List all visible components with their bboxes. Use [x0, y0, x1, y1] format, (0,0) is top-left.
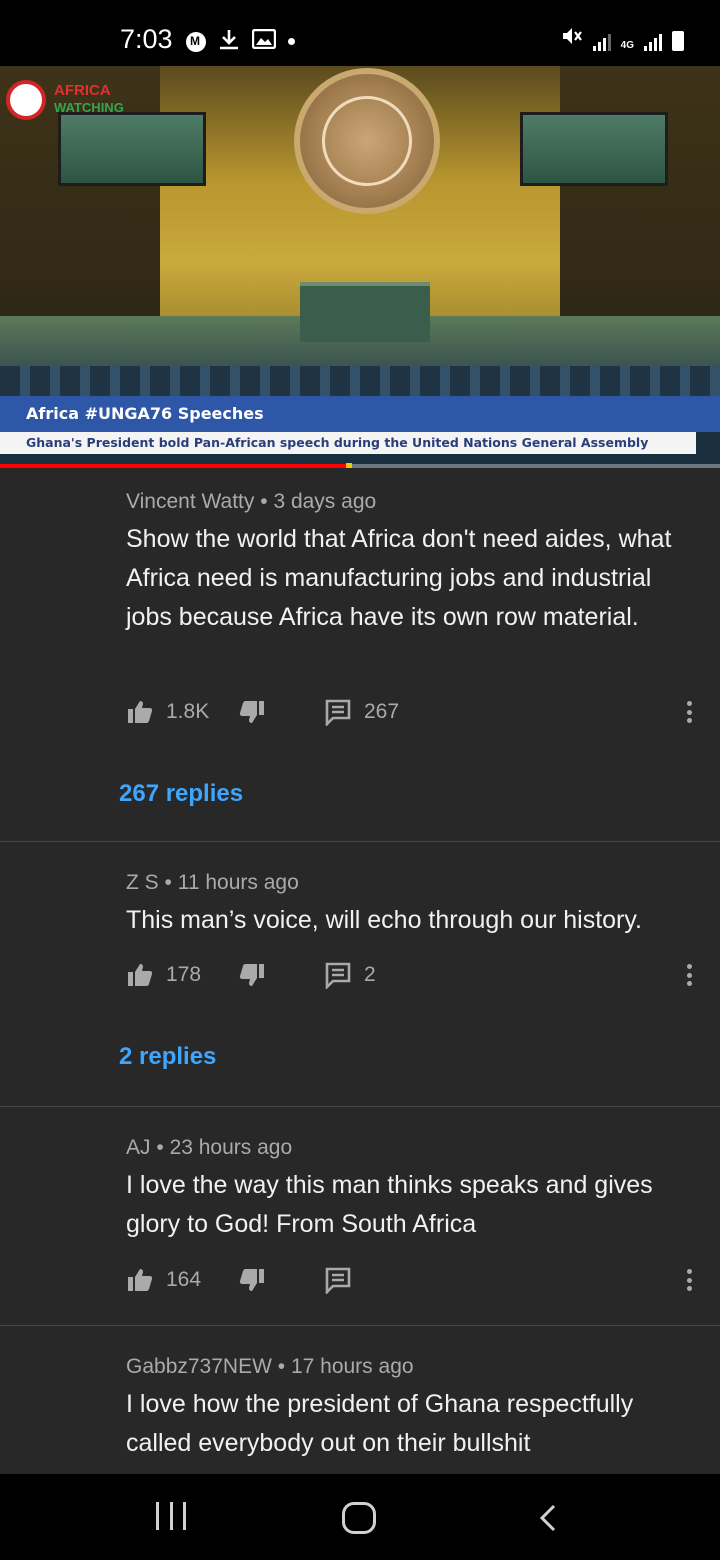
lower-third: Africa #UNGA76 Speeches — [0, 396, 720, 432]
back-chevron-icon — [539, 1504, 556, 1532]
comment-actions: 164 — [126, 1266, 706, 1300]
lower-third-title: Africa #UNGA76 Speeches — [26, 404, 264, 423]
meta-separator: • — [277, 1355, 286, 1378]
network-type-label: 4G — [620, 40, 634, 51]
video-player[interactable]: AFRICA WATCHING Africa #UNGA76 Speeches … — [0, 66, 720, 468]
back-button[interactable] — [536, 1502, 560, 1534]
reply-count: 267 — [364, 700, 400, 723]
comment-meta: Z S • 11 hours ago — [126, 871, 299, 895]
comment-author[interactable]: Z S — [126, 871, 159, 894]
comment-author[interactable]: Gabbz737NEW — [126, 1355, 272, 1378]
thumbs-down-icon — [239, 1269, 264, 1291]
ticker-text: Ghana's President bold Pan-African speec… — [26, 435, 649, 450]
signal-icon — [592, 31, 611, 51]
dislike-button[interactable] — [238, 961, 266, 989]
comment-item: Z S • 11 hours ago This man’s voice, wil… — [0, 843, 720, 1107]
comment-time: 23 hours ago — [169, 1136, 293, 1159]
thumbs-up-icon — [128, 1269, 153, 1291]
comment-time: 3 days ago — [273, 490, 377, 513]
reply-button[interactable] — [324, 1266, 352, 1294]
meta-separator: • — [164, 871, 172, 894]
channel-logo — [6, 80, 46, 120]
home-button[interactable] — [342, 1502, 376, 1534]
recents-button[interactable] — [156, 1502, 186, 1534]
thumbs-up-icon — [128, 964, 153, 986]
meta-separator: • — [156, 1136, 164, 1159]
thumbs-up-icon — [128, 701, 153, 723]
like-count: 178 — [166, 963, 202, 986]
status-bar: 7:03 4G — [0, 0, 720, 66]
channel-logo-text: AFRICA WATCHING — [54, 82, 124, 115]
comment-actions: 1.8K 267 — [126, 698, 706, 732]
dislike-button[interactable] — [238, 698, 266, 726]
view-replies-link[interactable]: 267 replies — [119, 780, 243, 808]
more-options-icon[interactable] — [682, 961, 696, 989]
view-replies-link[interactable]: 2 replies — [119, 1043, 216, 1071]
download-icon — [218, 28, 240, 55]
news-ticker: Ghana's President bold Pan-African speec… — [0, 432, 696, 454]
system-nav-bar — [0, 1474, 720, 1560]
comment-text: I love the way this man thinks speaks an… — [126, 1171, 653, 1238]
like-count: 1.8K — [166, 700, 210, 723]
comment-text: This man’s voice, will echo through our … — [126, 906, 642, 934]
more-options-icon[interactable] — [682, 698, 696, 726]
reply-button[interactable]: 2 — [324, 961, 376, 989]
comment-meta: Vincent Watty • 3 days ago — [126, 490, 376, 514]
comment-time: 11 hours ago — [177, 871, 299, 894]
battery-icon — [672, 31, 684, 51]
comment-icon — [325, 699, 351, 726]
reply-count: 2 — [364, 963, 376, 986]
signal-icon — [644, 31, 662, 51]
comment-meta: Gabbz737NEW • 17 hours ago — [126, 1355, 414, 1379]
comment-icon — [325, 1267, 351, 1294]
comment-text: Show the world that Africa don't need ai… — [126, 525, 672, 631]
mute-icon — [561, 26, 583, 51]
video-screen-right — [520, 112, 668, 186]
dislike-button[interactable] — [238, 1266, 266, 1294]
dot-icon — [288, 38, 295, 45]
podium — [300, 282, 430, 342]
comment-time: 17 hours ago — [290, 1355, 414, 1378]
comment-text: I love how the president of Ghana respec… — [126, 1390, 634, 1457]
comment-author[interactable]: Vincent Watty — [126, 490, 254, 513]
comment-meta: AJ • 23 hours ago — [126, 1136, 292, 1160]
status-time: 7:03 — [120, 24, 173, 54]
like-button[interactable]: 164 — [126, 1266, 201, 1294]
status-left-icons — [186, 28, 295, 55]
like-count: 164 — [166, 1268, 202, 1291]
comment-item: AJ • 23 hours ago I love the way this ma… — [0, 1108, 720, 1326]
comment-item: Vincent Watty • 3 days ago Show the worl… — [0, 468, 720, 842]
comment-item: Gabbz737NEW • 17 hours ago I love how th… — [0, 1327, 720, 1477]
meta-separator: • — [260, 490, 268, 513]
like-button[interactable]: 1.8K — [126, 698, 209, 726]
comment-icon — [325, 962, 351, 989]
more-options-icon[interactable] — [682, 1266, 696, 1294]
comment-author[interactable]: AJ — [126, 1136, 151, 1159]
un-emblem — [294, 68, 440, 214]
comment-actions: 178 2 — [126, 961, 706, 995]
messenger-icon — [186, 31, 206, 52]
reply-button[interactable]: 267 — [324, 698, 399, 726]
status-right-icons: 4G — [561, 26, 684, 51]
thumbs-down-icon — [239, 964, 264, 986]
image-icon — [251, 28, 277, 54]
like-button[interactable]: 178 — [126, 961, 201, 989]
video-screen-left — [58, 112, 206, 186]
thumbs-down-icon — [239, 701, 264, 723]
